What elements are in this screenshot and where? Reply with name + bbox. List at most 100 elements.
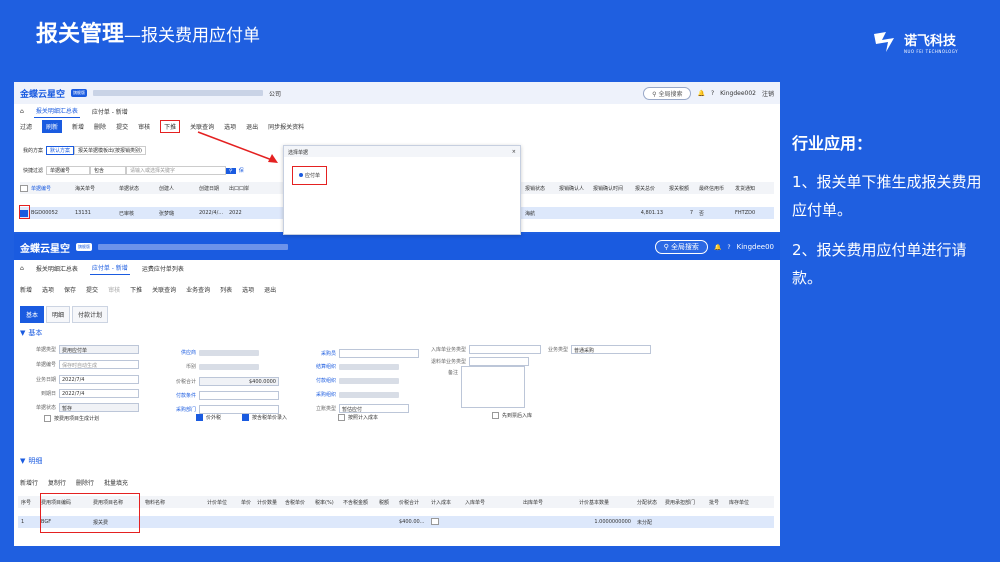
- col-credit[interactable]: 最终信用币: [696, 185, 732, 192]
- filter-button[interactable]: 过滤: [20, 122, 32, 131]
- in-biz-select[interactable]: [469, 345, 541, 354]
- price-tax-checkbox[interactable]: [196, 414, 203, 421]
- tab-payable-new[interactable]: 应付单 - 新增: [90, 105, 130, 118]
- related-query-button-2[interactable]: 关联查询: [152, 285, 176, 294]
- dcell-base-qty[interactable]: 1.0000000000: [576, 519, 634, 525]
- section-detail[interactable]: ▼ 明细: [20, 456, 42, 466]
- refresh-button[interactable]: 刷新: [42, 119, 63, 133]
- buy-dept-input[interactable]: [199, 405, 279, 414]
- section-basic[interactable]: ▼ 基本: [20, 328, 42, 338]
- audit-button[interactable]: 审核: [138, 122, 150, 131]
- col-total-price[interactable]: 报关总价: [632, 185, 666, 192]
- list-toolbar: 过滤 刷新 新增 删除 提交 审核 下推 关联查询 选项 退出 同步报关资料: [14, 119, 780, 133]
- scheme-default[interactable]: 默认方案: [46, 146, 75, 155]
- options-button[interactable]: 选项: [224, 122, 236, 131]
- highlight-checkbox-box: [19, 205, 30, 219]
- buyer-input[interactable]: [339, 349, 419, 358]
- delete-row-button[interactable]: 删除行: [76, 478, 94, 487]
- user-name-2[interactable]: Kingdee00: [737, 243, 774, 251]
- new-button-2[interactable]: 新增: [20, 285, 32, 294]
- col-report-status[interactable]: 报销状态: [522, 185, 556, 192]
- col-delivery[interactable]: 发货通知: [732, 185, 762, 192]
- submit-button[interactable]: 提交: [116, 122, 128, 131]
- push-down-button[interactable]: 下推: [160, 119, 181, 133]
- cost-checkbox[interactable]: [431, 517, 439, 525]
- quick-filter-input[interactable]: 请输入或选择关键字: [126, 166, 227, 175]
- due-date-input[interactable]: 2022/7/4: [59, 389, 139, 398]
- quick-filter-field[interactable]: 单据编号: [46, 166, 91, 175]
- user-name[interactable]: Kingdee002: [720, 90, 756, 97]
- buy-dept-label[interactable]: 采购部门: [168, 406, 196, 413]
- close-icon[interactable]: ×: [512, 149, 516, 155]
- dcell-total[interactable]: $400.00...: [396, 519, 428, 525]
- dr-select[interactable]: 暂估应付: [339, 404, 409, 413]
- col-confirm-user[interactable]: 报销确认人: [556, 185, 590, 192]
- dcell-cost[interactable]: [428, 517, 462, 527]
- related-query-button[interactable]: 关联查询: [190, 122, 214, 131]
- remark-textarea[interactable]: [461, 366, 525, 408]
- bell-icon[interactable]: 🔔: [697, 90, 704, 97]
- doc-type-select[interactable]: 费用应付单: [59, 345, 139, 354]
- batch-fill-button[interactable]: 批量填充: [104, 478, 128, 487]
- tab-summary-2[interactable]: 报关明细汇总表: [34, 262, 80, 275]
- supplier-label[interactable]: 供应商: [168, 349, 196, 356]
- global-search[interactable]: ⚲ 全局搜索: [643, 86, 692, 100]
- save-scheme-link[interactable]: 保: [236, 167, 247, 174]
- select-all-checkbox[interactable]: [20, 184, 28, 192]
- options-button-2[interactable]: 选项: [242, 285, 254, 294]
- col-tax[interactable]: 报关税额: [666, 185, 696, 192]
- buy-org-label[interactable]: 采购组织: [308, 391, 336, 398]
- col-port[interactable]: 出口口岸: [226, 185, 256, 192]
- help-icon[interactable]: ?: [711, 90, 714, 97]
- subtab-detail[interactable]: 明细: [46, 306, 71, 323]
- tax-included-checkbox[interactable]: [242, 414, 250, 421]
- scheme-other[interactable]: 报关单据模板出(按报销类别): [74, 146, 146, 155]
- bell-icon[interactable]: 🔔: [714, 244, 721, 251]
- sync-button[interactable]: 同步报关资料: [268, 122, 304, 131]
- exit-button[interactable]: 退出: [246, 122, 258, 131]
- col-customs-no[interactable]: 海关单号: [72, 185, 116, 192]
- col-status[interactable]: 单据状态: [116, 185, 156, 192]
- select-button[interactable]: 选项: [42, 285, 54, 294]
- quick-filter-op[interactable]: 包含: [90, 166, 127, 175]
- biz-type-select[interactable]: 普通采购: [571, 345, 651, 354]
- new-button[interactable]: 新增: [72, 122, 84, 131]
- purchase-plan-checkbox[interactable]: [44, 415, 51, 422]
- buyer-label[interactable]: 采购员: [308, 350, 336, 357]
- col-doc-no[interactable]: 单据编号: [28, 185, 72, 192]
- settle-org-label[interactable]: 结算组织: [308, 363, 336, 370]
- tab-payable-new-2[interactable]: 应付单 - 新增: [89, 261, 130, 275]
- delete-button[interactable]: 删除: [94, 122, 106, 131]
- col-confirm-time[interactable]: 报销确认时间: [590, 185, 632, 192]
- global-search-2[interactable]: ⚲ 全局搜索: [654, 240, 708, 254]
- biz-date-input[interactable]: 2022/7/4: [59, 375, 139, 384]
- add-row-button[interactable]: 新增行: [20, 478, 38, 487]
- cost-field-checkbox[interactable]: [338, 414, 345, 421]
- search-icon[interactable]: ⚲: [226, 167, 236, 174]
- tab-summary[interactable]: 报关明细汇总表: [33, 104, 80, 118]
- home-icon[interactable]: ⌂: [20, 265, 24, 272]
- pay-org-label[interactable]: 付款组织: [308, 377, 336, 384]
- copy-row-button[interactable]: 复制行: [48, 478, 66, 487]
- help-icon[interactable]: ?: [727, 244, 730, 251]
- list-button[interactable]: 列表: [220, 285, 232, 294]
- dialog-option-payable[interactable]: 应付单: [292, 166, 328, 185]
- doc-no-input[interactable]: 保存时自动生成: [59, 360, 139, 369]
- pay-terms-label[interactable]: 付款条件: [168, 392, 196, 399]
- first-biz-checkbox[interactable]: [492, 412, 499, 419]
- logout-link[interactable]: 注销: [762, 89, 774, 98]
- subtab-basic[interactable]: 基本: [20, 306, 45, 323]
- home-icon[interactable]: ⌂: [20, 108, 24, 115]
- exit-button-2[interactable]: 退出: [264, 285, 276, 294]
- push-button-2[interactable]: 下推: [130, 285, 142, 294]
- save-button[interactable]: 保存: [64, 285, 76, 294]
- col-creator[interactable]: 创建人: [156, 185, 196, 192]
- audit-button-2[interactable]: 审核: [108, 285, 120, 294]
- return-biz-select[interactable]: [469, 357, 529, 366]
- tab-freight-list[interactable]: 运费应付单列表: [140, 262, 186, 275]
- submit-button-2[interactable]: 提交: [86, 285, 98, 294]
- col-create-date[interactable]: 创建日期: [196, 185, 226, 192]
- subtab-payment-plan[interactable]: 付款计划: [72, 306, 109, 323]
- pay-terms-input[interactable]: [199, 391, 279, 400]
- business-query-button[interactable]: 业务查询: [186, 285, 210, 294]
